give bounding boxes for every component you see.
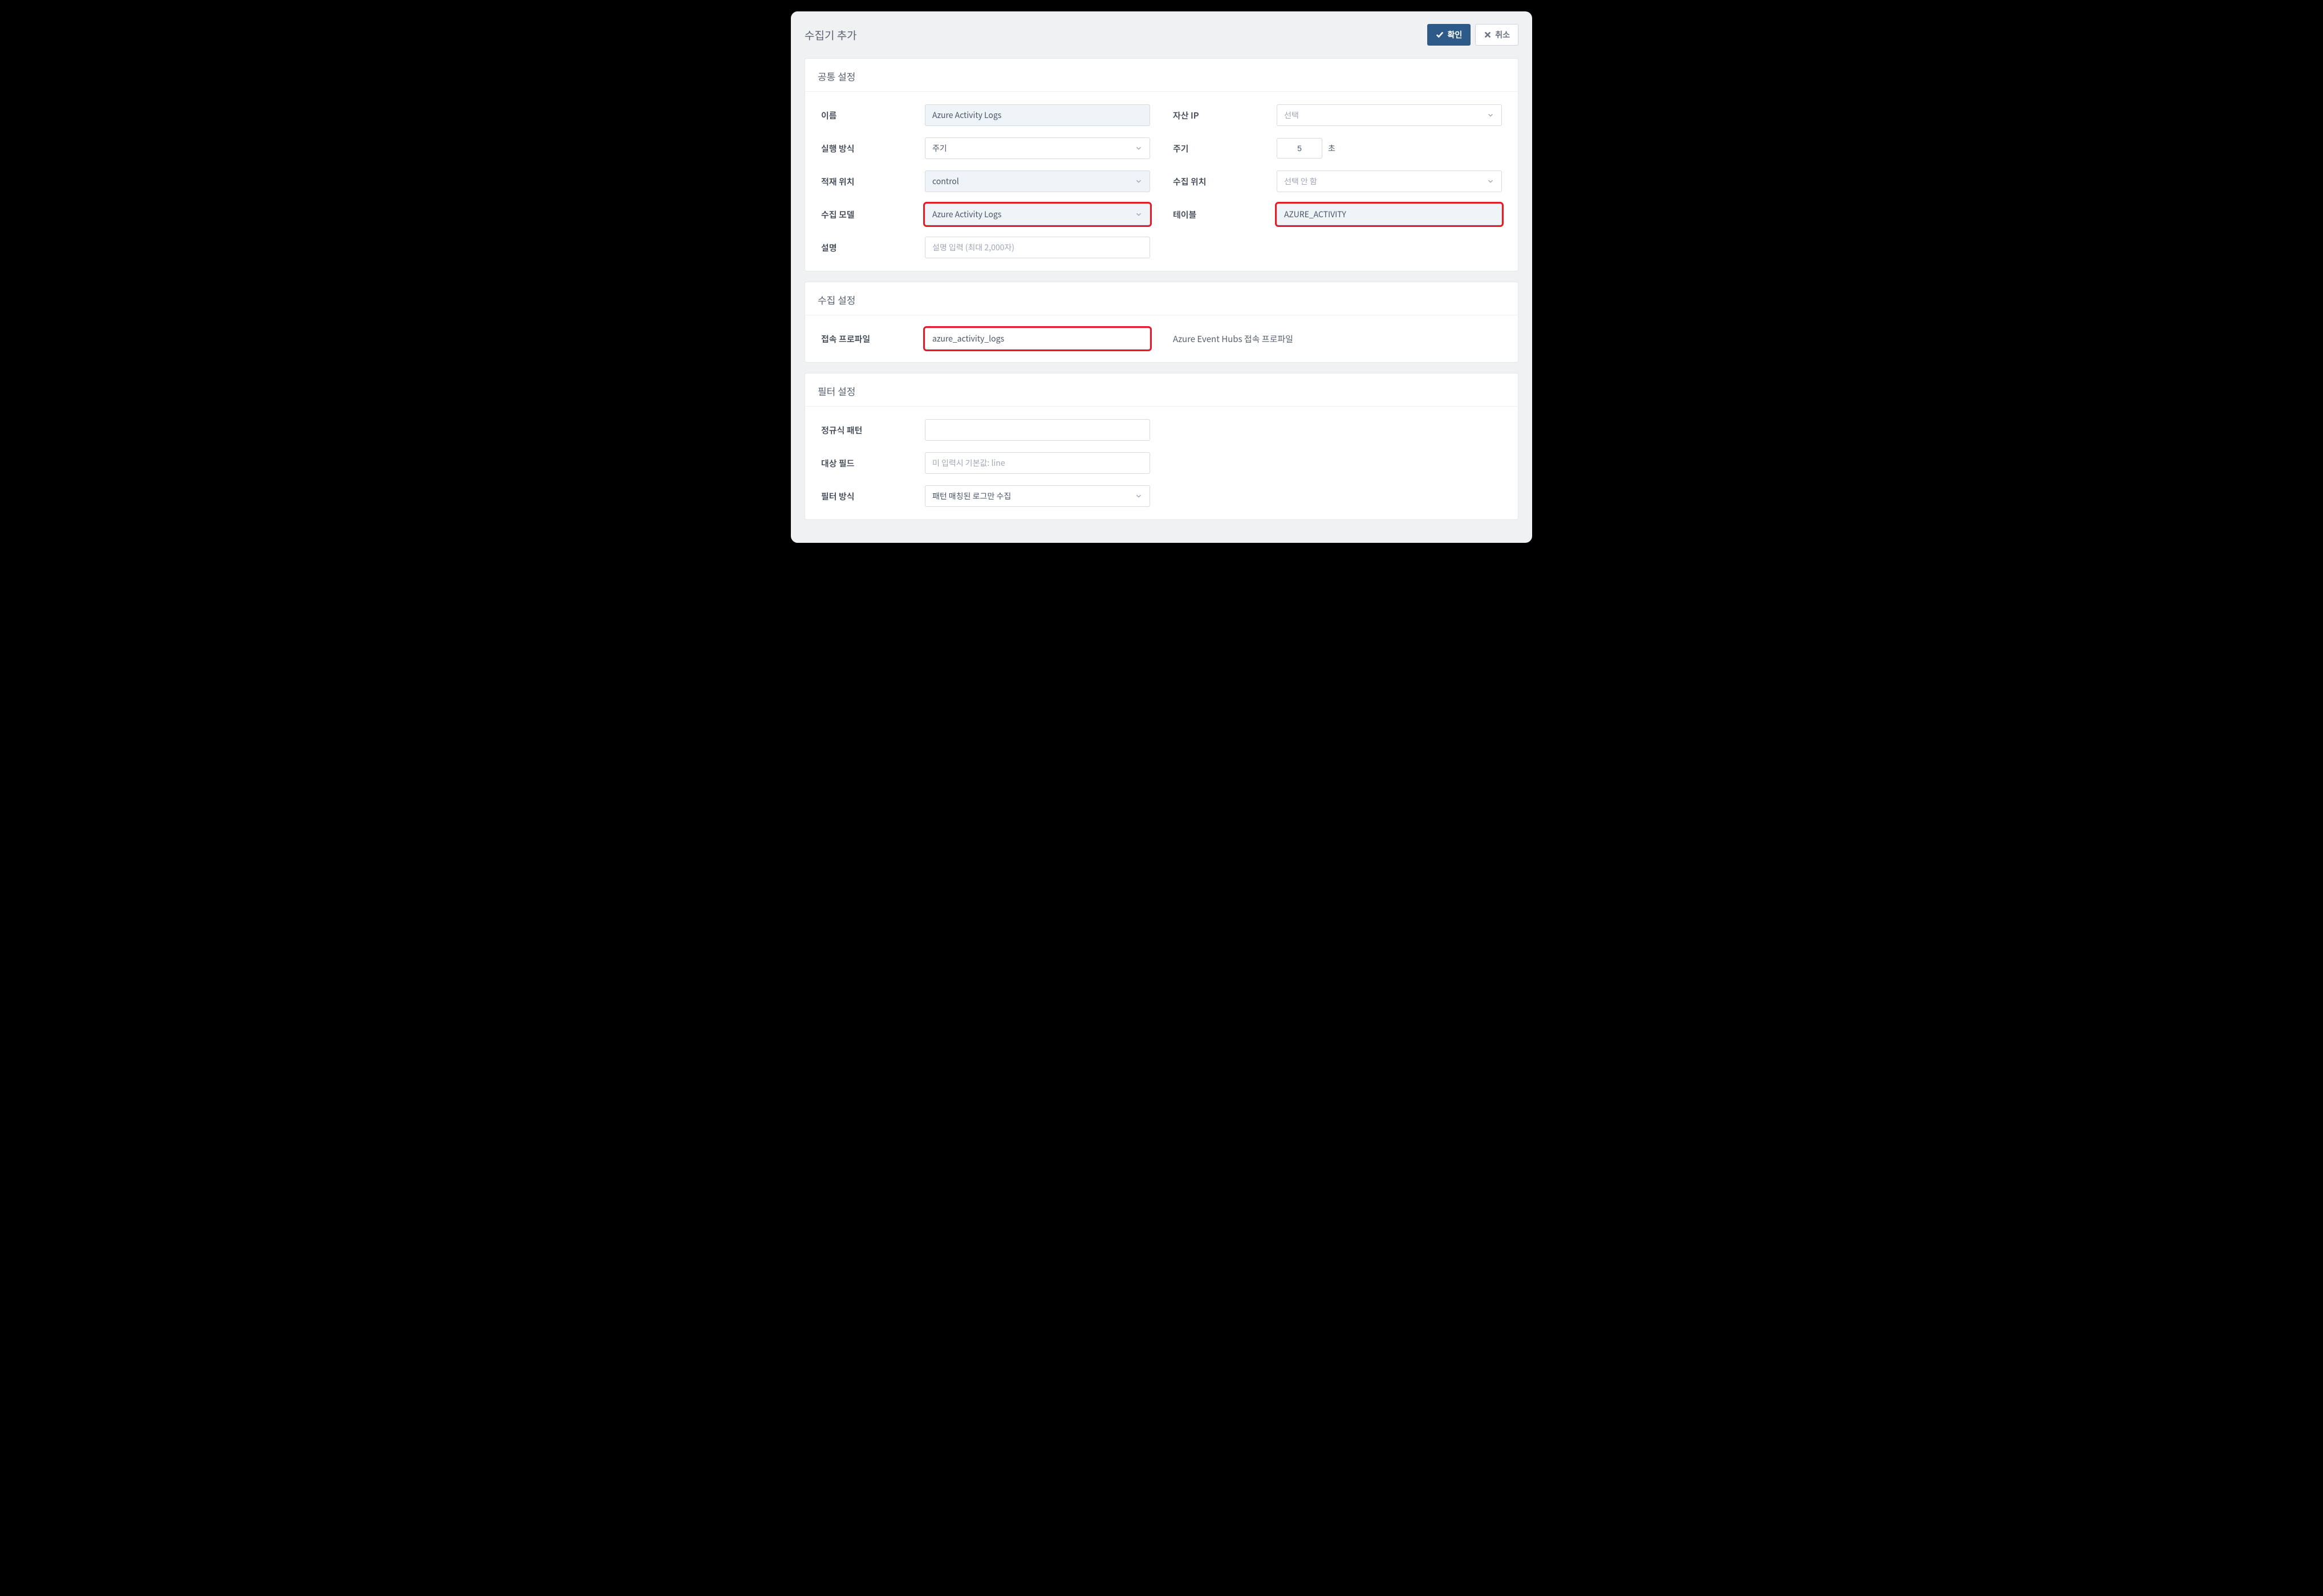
filter-mode-value: 패턴 매칭된 로그만 수집 xyxy=(932,490,1011,502)
chevron-down-icon xyxy=(1135,210,1143,218)
common-settings-panel: 공통 설정 이름 Azure Activity Logs 자산 IP 선택 xyxy=(805,58,1518,271)
profile-value: azure_activity_logs xyxy=(932,333,1004,344)
chevron-down-icon xyxy=(1135,492,1143,500)
target-field-placeholder: 미 입력시 기본값: line xyxy=(932,457,1005,469)
collect-settings-panel: 수집 설정 접속 프로파일 azure_activity_logs Azure … xyxy=(805,282,1518,363)
page-title: 수집기 추가 xyxy=(805,27,857,43)
collect-loc-select[interactable]: 선택 안 함 xyxy=(1277,170,1502,192)
filter-mode-label: 필터 방식 xyxy=(821,490,918,502)
model-select[interactable]: Azure Activity Logs xyxy=(925,204,1150,225)
table-label: 테이블 xyxy=(1173,209,1270,221)
cancel-button[interactable]: 취소 xyxy=(1475,24,1518,46)
profile-label: 접속 프로파일 xyxy=(821,333,918,345)
desc-label: 설명 xyxy=(821,242,918,254)
filter-mode-select[interactable]: 패턴 매칭된 로그만 수집 xyxy=(925,485,1150,507)
profile-input[interactable]: azure_activity_logs xyxy=(925,328,1150,350)
cancel-button-label: 취소 xyxy=(1495,29,1510,40)
filter-settings-title: 필터 설정 xyxy=(805,373,1518,406)
chevron-down-icon xyxy=(1487,177,1494,185)
collect-loc-label: 수집 위치 xyxy=(1173,176,1270,188)
confirm-button-label: 확인 xyxy=(1447,29,1462,40)
header-actions: 확인 취소 xyxy=(1427,24,1518,46)
asset-ip-select[interactable]: 선택 xyxy=(1277,104,1502,126)
target-field-input[interactable]: 미 입력시 기본값: line xyxy=(925,452,1150,474)
run-mode-select[interactable]: 주기 xyxy=(925,137,1150,159)
asset-ip-placeholder: 선택 xyxy=(1284,109,1299,121)
table-input[interactable]: AZURE_ACTIVITY xyxy=(1277,204,1502,225)
model-label: 수집 모델 xyxy=(821,209,918,221)
load-loc-label: 적재 위치 xyxy=(821,176,918,188)
profile-description: Azure Event Hubs 접속 프로파일 xyxy=(1173,333,1502,345)
regex-label: 정규식 패턴 xyxy=(821,424,918,436)
model-value: Azure Activity Logs xyxy=(932,209,1001,220)
desc-placeholder: 설명 입력 (최대 2,000자) xyxy=(932,242,1014,253)
regex-input[interactable] xyxy=(925,419,1150,441)
confirm-button[interactable]: 확인 xyxy=(1427,24,1471,46)
asset-ip-label: 자산 IP xyxy=(1173,109,1270,121)
name-label: 이름 xyxy=(821,109,918,121)
collect-loc-placeholder: 선택 안 함 xyxy=(1284,176,1317,187)
filter-settings-panel: 필터 설정 정규식 패턴 대상 필드 미 입력시 기본값: line xyxy=(805,373,1518,520)
run-mode-value: 주기 xyxy=(932,143,947,154)
load-loc-value: control xyxy=(932,176,959,187)
add-collector-window: 수집기 추가 확인 취소 공통 설정 이름 Azure Activity Log… xyxy=(791,11,1532,543)
close-icon xyxy=(1484,31,1492,39)
period-label: 주기 xyxy=(1173,143,1270,155)
common-settings-title: 공통 설정 xyxy=(805,59,1518,91)
chevron-down-icon xyxy=(1487,111,1494,119)
collect-settings-title: 수집 설정 xyxy=(805,282,1518,315)
run-mode-label: 실행 방식 xyxy=(821,143,918,155)
chevron-down-icon xyxy=(1135,144,1143,152)
chevron-down-icon xyxy=(1135,177,1143,185)
name-value: Azure Activity Logs xyxy=(932,109,1001,121)
load-loc-select[interactable]: control xyxy=(925,170,1150,192)
check-icon xyxy=(1436,31,1444,39)
table-value: AZURE_ACTIVITY xyxy=(1284,209,1346,220)
header-bar: 수집기 추가 확인 취소 xyxy=(805,24,1518,46)
target-field-label: 대상 필드 xyxy=(821,457,918,469)
period-unit: 초 xyxy=(1328,143,1335,154)
name-input[interactable]: Azure Activity Logs xyxy=(925,104,1150,126)
period-input[interactable] xyxy=(1277,138,1322,159)
desc-input[interactable]: 설명 입력 (최대 2,000자) xyxy=(925,237,1150,258)
